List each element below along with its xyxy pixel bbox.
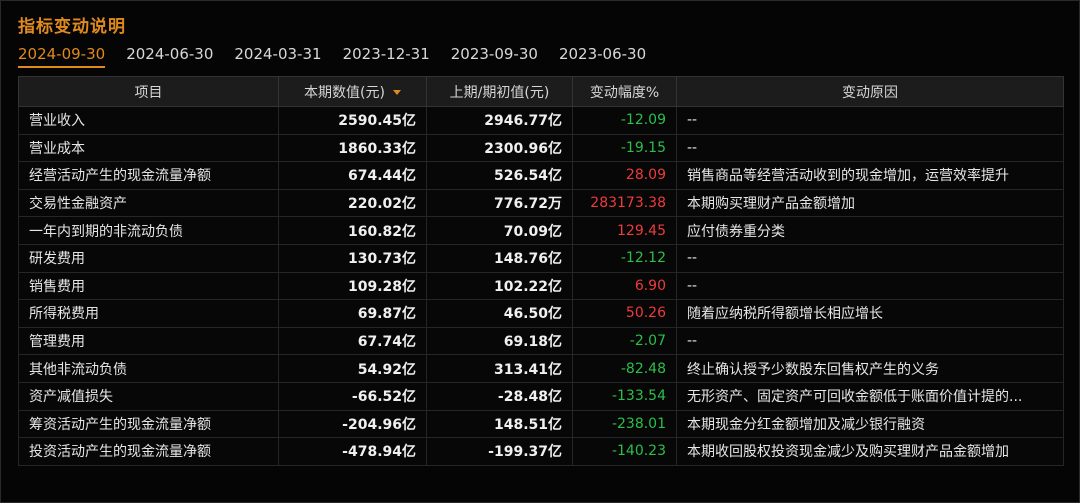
- row-previous-value: 148.51亿: [426, 409, 573, 439]
- table-row[interactable]: 经营活动产生的现金流量净额 674.44亿 526.54亿 28.09 销售商品等经营活…: [18, 161, 1064, 190]
- panel-title: 指标变动说明: [18, 17, 126, 37]
- row-change-percent: 129.45: [572, 216, 677, 245]
- row-item-name: 筹资活动产生的现金流量净额: [18, 409, 279, 439]
- row-current-value: 69.87亿: [278, 299, 427, 328]
- row-change-reason: --: [676, 133, 1064, 163]
- row-change-reason: 本期购买理财产品金额增加: [676, 188, 1064, 218]
- period-tabs: 2024-09-30 2024-06-30 2024-03-31 2023-12…: [18, 45, 667, 68]
- row-item-name: 管理费用: [18, 326, 279, 356]
- panel: 指标变动说明 2024-09-30 2024-06-30 2024-03-31 …: [0, 0, 1080, 503]
- row-current-value: 220.02亿: [278, 188, 427, 218]
- row-previous-value: 148.76亿: [426, 243, 573, 273]
- row-change-reason: --: [676, 106, 1064, 135]
- row-item-name: 销售费用: [18, 271, 279, 301]
- table-row[interactable]: 其他非流动负债 54.92亿 313.41亿 -82.48 终止确认授予少数股东回售权产…: [18, 354, 1064, 383]
- table-row[interactable]: 筹资活动产生的现金流量净额 -204.96亿 148.51亿 -238.01 本期现金分…: [18, 409, 1064, 439]
- row-previous-value: 313.41亿: [426, 354, 573, 383]
- col-header-reason[interactable]: 变动原因: [676, 76, 1064, 107]
- table-row[interactable]: 资产减值损失 -66.52亿 -28.48亿 -133.54 无形资产、固定资产可回收金…: [18, 381, 1064, 411]
- table-row[interactable]: 交易性金融资产 220.02亿 776.72万 283173.38 本期购买理财产品金额…: [18, 188, 1064, 218]
- row-previous-value: 70.09亿: [426, 216, 573, 245]
- col-header-previous[interactable]: 上期/期初值(元): [426, 76, 573, 107]
- row-change-reason: 本期现金分红金额增加及减少银行融资: [676, 409, 1064, 439]
- row-change-reason: 应付债券重分类: [676, 216, 1064, 245]
- table-row[interactable]: 管理费用 67.74亿 69.18亿 -2.07 --: [18, 326, 1064, 356]
- row-change-percent: 50.26: [572, 299, 677, 328]
- table-row[interactable]: 一年内到期的非流动负债 160.82亿 70.09亿 129.45 应付债券重分类: [18, 216, 1064, 245]
- row-change-percent: 283173.38: [572, 188, 677, 218]
- row-current-value: 54.92亿: [278, 354, 427, 383]
- col-header-current[interactable]: 本期数值(元): [278, 76, 427, 107]
- row-previous-value: 2300.96亿: [426, 133, 573, 163]
- row-previous-value: 2946.77亿: [426, 106, 573, 135]
- row-item-name: 投资活动产生的现金流量净额: [18, 437, 279, 466]
- col-header-item[interactable]: 项目: [18, 76, 279, 107]
- row-item-name: 一年内到期的非流动负债: [18, 216, 279, 245]
- table-header-row: 项目 本期数值(元) 上期/期初值(元) 变动幅度% 变动原因: [18, 76, 1064, 107]
- row-item-name: 研发费用: [18, 243, 279, 273]
- row-change-reason: 终止确认授予少数股东回售权产生的义务: [676, 354, 1064, 383]
- row-previous-value: 526.54亿: [426, 161, 573, 190]
- tab-period[interactable]: 2024-06-30: [126, 45, 213, 68]
- row-current-value: 67.74亿: [278, 326, 427, 356]
- row-current-value: 2590.45亿: [278, 106, 427, 135]
- col-header-current-label: 本期数值(元): [304, 84, 385, 101]
- table-row[interactable]: 所得税费用 69.87亿 46.50亿 50.26 随着应纳税所得额增长相应增长: [18, 299, 1064, 328]
- table-row[interactable]: 投资活动产生的现金流量净额 -478.94亿 -199.37亿 -140.23 本期收回…: [18, 437, 1064, 466]
- col-header-change[interactable]: 变动幅度%: [572, 76, 677, 107]
- row-item-name: 交易性金融资产: [18, 188, 279, 218]
- row-change-percent: -12.09: [572, 106, 677, 135]
- row-current-value: -478.94亿: [278, 437, 427, 466]
- table-row[interactable]: 营业成本 1860.33亿 2300.96亿 -19.15 --: [18, 133, 1064, 163]
- row-current-value: -204.96亿: [278, 409, 427, 439]
- tab-period[interactable]: 2023-12-31: [343, 45, 430, 68]
- row-change-reason: 随着应纳税所得额增长相应增长: [676, 299, 1064, 328]
- row-current-value: 130.73亿: [278, 243, 427, 273]
- row-current-value: 1860.33亿: [278, 133, 427, 163]
- row-change-percent: -19.15: [572, 133, 677, 163]
- row-change-percent: -238.01: [572, 409, 677, 439]
- indicator-table: 项目 本期数值(元) 上期/期初值(元) 变动幅度% 变动原因 营业收入 2590…: [18, 76, 1064, 466]
- row-change-percent: -82.48: [572, 354, 677, 383]
- row-previous-value: 46.50亿: [426, 299, 573, 328]
- table-row[interactable]: 研发费用 130.73亿 148.76亿 -12.12 --: [18, 243, 1064, 273]
- table-row[interactable]: 营业收入 2590.45亿 2946.77亿 -12.09 --: [18, 106, 1064, 135]
- row-previous-value: -28.48亿: [426, 381, 573, 411]
- row-current-value: 674.44亿: [278, 161, 427, 190]
- row-previous-value: 69.18亿: [426, 326, 573, 356]
- row-previous-value: 102.22亿: [426, 271, 573, 301]
- row-current-value: 160.82亿: [278, 216, 427, 245]
- tab-period[interactable]: 2024-03-31: [234, 45, 321, 68]
- tab-period[interactable]: 2023-09-30: [451, 45, 538, 68]
- row-previous-value: -199.37亿: [426, 437, 573, 466]
- row-current-value: -66.52亿: [278, 381, 427, 411]
- row-change-percent: -133.54: [572, 381, 677, 411]
- row-item-name: 经营活动产生的现金流量净额: [18, 161, 279, 190]
- row-item-name: 营业收入: [18, 106, 279, 135]
- row-change-reason: 本期收回股权投资现金减少及购买理财产品金额增加: [676, 437, 1064, 466]
- row-item-name: 所得税费用: [18, 299, 279, 328]
- row-item-name: 其他非流动负债: [18, 354, 279, 383]
- row-change-reason: --: [676, 271, 1064, 301]
- row-previous-value: 776.72万: [426, 188, 573, 218]
- row-change-reason: 无形资产、固定资产可回收金额低于账面价值计提的...: [676, 381, 1064, 411]
- row-current-value: 109.28亿: [278, 271, 427, 301]
- row-change-percent: -2.07: [572, 326, 677, 356]
- sort-down-icon[interactable]: [392, 90, 401, 95]
- row-item-name: 营业成本: [18, 133, 279, 163]
- row-change-percent: -12.12: [572, 243, 677, 273]
- tab-period[interactable]: 2024-09-30: [18, 45, 106, 68]
- row-change-percent: 28.09: [572, 161, 677, 190]
- row-change-reason: --: [676, 243, 1064, 273]
- table-row[interactable]: 销售费用 109.28亿 102.22亿 6.90 --: [18, 271, 1064, 301]
- tab-period[interactable]: 2023-06-30: [559, 45, 646, 68]
- row-item-name: 资产减值损失: [18, 381, 279, 411]
- row-change-percent: 6.90: [572, 271, 677, 301]
- row-change-reason: 销售商品等经营活动收到的现金增加，运营效率提升: [676, 161, 1064, 190]
- row-change-percent: -140.23: [572, 437, 677, 466]
- row-change-reason: --: [676, 326, 1064, 356]
